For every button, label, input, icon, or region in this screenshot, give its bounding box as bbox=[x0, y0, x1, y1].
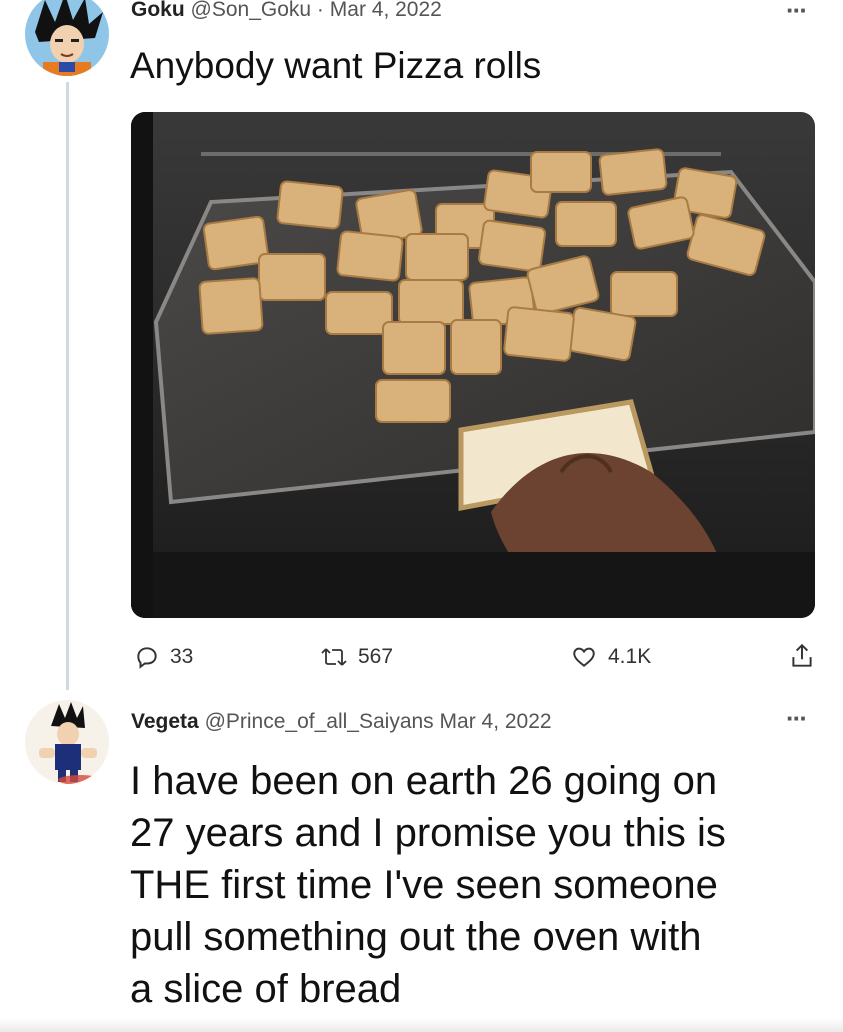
reply-button[interactable]: 33 bbox=[134, 644, 193, 670]
like-button[interactable]: 4.1K bbox=[570, 644, 651, 670]
oven-tray-photo bbox=[131, 112, 815, 618]
thread-connector-line bbox=[66, 82, 69, 690]
separator: · bbox=[316, 0, 324, 21]
vegeta-avatar-image bbox=[25, 700, 109, 784]
reply-text: I have been on earth 26 going on 27 year… bbox=[130, 755, 726, 1015]
retweet-count: 567 bbox=[358, 645, 394, 668]
retweet-icon bbox=[321, 648, 347, 666]
goku-avatar[interactable] bbox=[25, 0, 109, 76]
tweet-text: Anybody want Pizza rolls bbox=[130, 45, 542, 86]
goku-avatar-image bbox=[25, 0, 109, 76]
handle[interactable]: @Prince_of_all_Saiyans bbox=[205, 710, 434, 733]
share-button[interactable] bbox=[789, 642, 815, 670]
more-icon[interactable]: ··· bbox=[786, 705, 808, 731]
reply-count: 33 bbox=[170, 645, 194, 668]
reply-text-line: pull something out the oven with bbox=[130, 915, 702, 959]
display-name[interactable]: Goku bbox=[131, 0, 185, 21]
vegeta-avatar[interactable] bbox=[25, 700, 109, 784]
display-name[interactable]: Vegeta bbox=[131, 710, 199, 733]
like-icon bbox=[573, 647, 595, 667]
reply-text-line: 27 years and I promise you this is bbox=[130, 811, 726, 855]
reply-text-line: a slice of bread bbox=[130, 967, 402, 1011]
reply-text-line: THE first time I've seen someone bbox=[130, 863, 718, 907]
reply-text-line: I have been on earth 26 going on bbox=[130, 759, 718, 803]
tweet-photo[interactable] bbox=[131, 112, 815, 618]
more-icon[interactable]: ··· bbox=[786, 0, 808, 23]
reply-header: Vegeta @Prince_of_all_Saiyans Mar 4, 202… bbox=[131, 710, 552, 734]
bottom-divider bbox=[0, 1018, 843, 1032]
handle[interactable]: @Son_Goku bbox=[191, 0, 312, 21]
share-icon bbox=[792, 643, 812, 667]
tweet-action-bar: 33 567 4.1K bbox=[0, 642, 843, 674]
retweet-button[interactable]: 567 bbox=[320, 644, 393, 670]
like-count: 4.1K bbox=[608, 645, 652, 668]
timestamp[interactable]: Mar 4, 2022 bbox=[440, 710, 552, 733]
timestamp[interactable]: Mar 4, 2022 bbox=[330, 0, 442, 21]
reply-icon bbox=[137, 647, 157, 669]
tweet-header: Goku @Son_Goku · Mar 4, 2022 bbox=[131, 0, 442, 22]
